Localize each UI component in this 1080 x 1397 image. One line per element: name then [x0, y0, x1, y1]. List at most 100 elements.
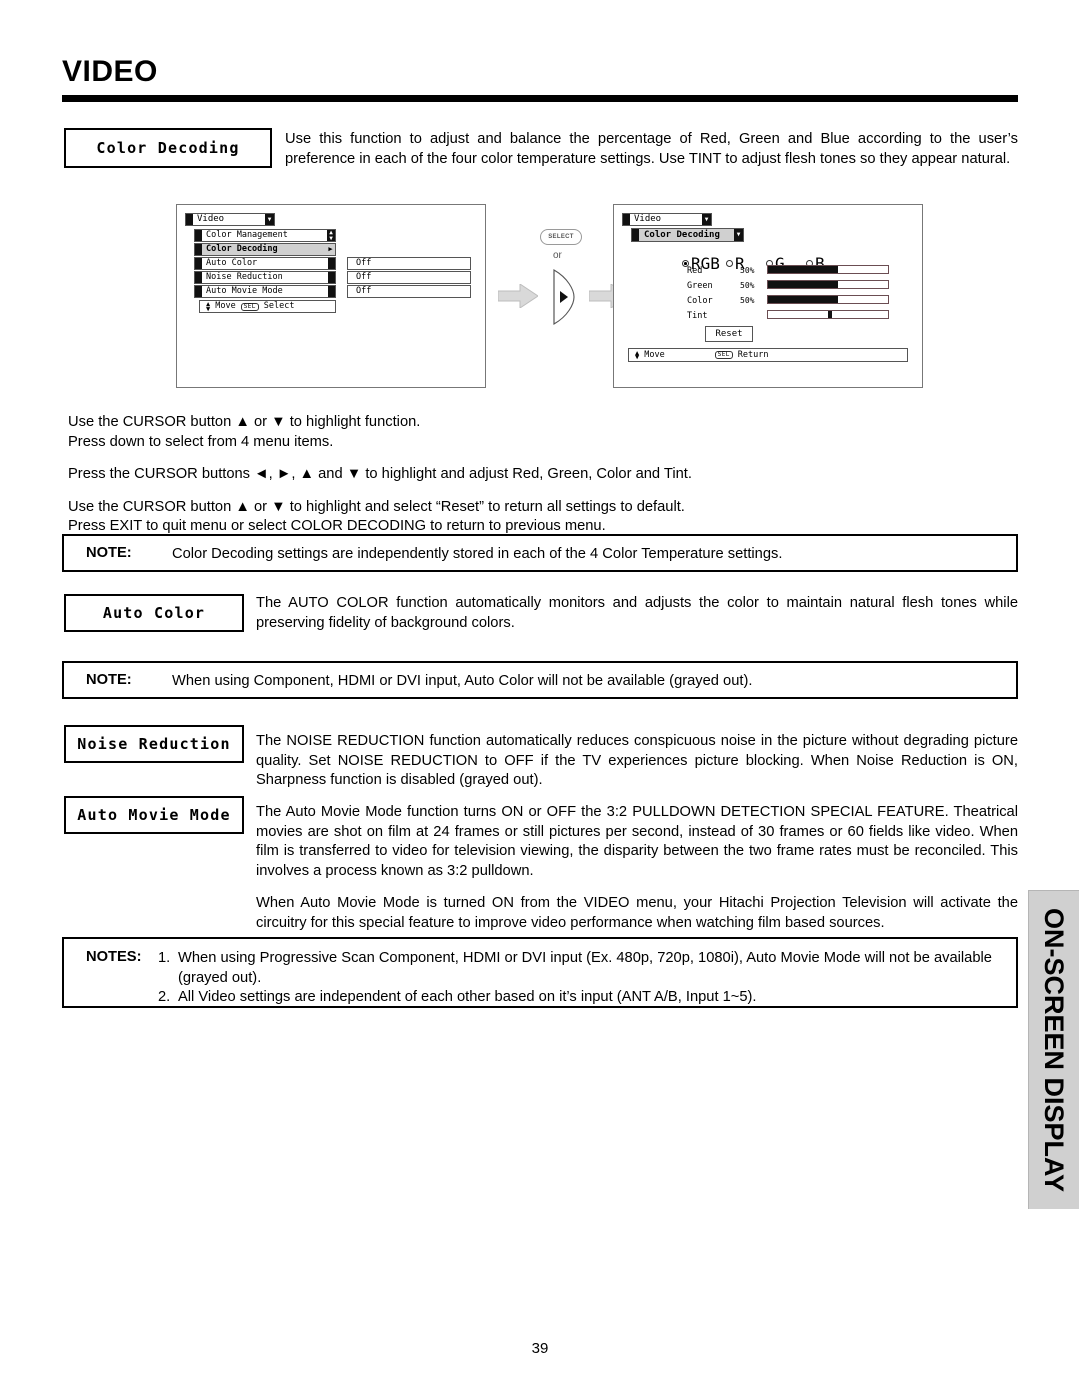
updown-arrows-icon: ▲ ▼ — [635, 348, 640, 361]
osd-flow-diagram: Video ▼ Color Management ▲ ▼ Color Decodi… — [62, 196, 1018, 392]
notes-label: NOTES: — [86, 949, 142, 965]
osd-subtitle-color-decoding[interactable]: Color Decoding ▼ — [631, 228, 744, 242]
osd-row-color-management[interactable]: Color Management ▲ ▼ — [194, 229, 336, 242]
notes-item-number: 1. — [158, 950, 171, 966]
osd-right-title[interactable]: Video ▼ — [622, 213, 712, 226]
notes-list: 1. When using Progressive Scan Component… — [158, 949, 1002, 1008]
row-tick — [195, 286, 202, 297]
reset-button[interactable]: Reset — [705, 326, 753, 342]
section-label-text: Auto Movie Mode — [77, 806, 231, 824]
section-label-text: Color Decoding — [96, 139, 240, 157]
slider-percent-green: 50% — [740, 281, 755, 290]
instruction-line-4: Use the CURSOR button ▲ or ▼ to highligh… — [68, 498, 685, 515]
section-label-auto-movie-mode: Auto Movie Mode — [64, 796, 244, 834]
slider-track-red[interactable] — [767, 265, 889, 274]
section-label-text: Noise Reduction — [77, 735, 231, 753]
section-label-auto-color: Auto Color — [64, 594, 244, 632]
subtitle-tick — [632, 229, 639, 241]
instruction-line-2: Press down to select from 4 menu items. — [68, 433, 334, 450]
section-body-color-decoding: Use this function to adjust and balance … — [285, 130, 1018, 169]
slider-fill-red — [768, 266, 838, 273]
osd-left-title[interactable]: Video ▼ — [185, 213, 275, 226]
footer-move-label: Move — [644, 349, 665, 360]
footer-action-label: Return — [737, 349, 769, 360]
osd-row-auto-movie-mode[interactable]: Auto Movie Mode — [194, 285, 336, 298]
select-button-key[interactable]: SELECT — [540, 229, 582, 245]
slider-percent-red: 50% — [740, 266, 755, 275]
osd-value-auto-color[interactable]: Off — [347, 257, 471, 270]
row-tick — [195, 258, 202, 269]
note-box-color-decoding: NOTE: Color Decoding settings are indepe… — [62, 534, 1018, 572]
instruction-line-3: Press the CURSOR buttons ◄, ►, ▲ and ▼ t… — [68, 466, 692, 482]
osd-title-text: Video — [197, 214, 225, 224]
value-text: Off — [356, 258, 372, 269]
chevron-down-icon[interactable]: ▼ — [702, 214, 711, 225]
value-text: Off — [356, 272, 372, 283]
instruction-line-1: Use the CURSOR button ▲ or ▼ to highligh… — [68, 414, 421, 430]
or-text: or — [553, 250, 562, 261]
section-label-noise-reduction: Noise Reduction — [64, 725, 244, 763]
row-label: Color Decoding — [206, 244, 278, 255]
note-text: When using Component, HDMI or DVI input,… — [172, 673, 753, 689]
slider-track-tint[interactable] — [767, 310, 889, 319]
osd-title-tick — [623, 214, 630, 225]
flow-arrow-1-icon — [498, 284, 538, 308]
notes-item-number: 2. — [158, 989, 171, 1005]
chevron-down-icon[interactable]: ▼ — [265, 214, 274, 225]
page-number: 39 — [531, 1340, 549, 1357]
notes-list-item: 2. All Video settings are independent of… — [158, 988, 1002, 1008]
row-tick — [195, 272, 202, 283]
scroll-updown-icon[interactable]: ▲ ▼ — [327, 229, 335, 241]
chevron-down-icon[interactable]: ▼ — [734, 229, 743, 241]
notes-list-item: 1. When using Progressive Scan Component… — [158, 949, 1002, 988]
paragraph-1: The Auto Movie Mode function turns ON or… — [256, 804, 1018, 879]
osd-value-noise-reduction[interactable]: Off — [347, 271, 471, 284]
paragraph-2: When Auto Movie Mode is turned ON from t… — [256, 895, 1018, 931]
paragraph: The AUTO COLOR function automatically mo… — [256, 595, 1018, 631]
footer-action-label: Select — [263, 301, 295, 312]
section-side-tab: ON-SCREEN DISPLAY — [1028, 890, 1079, 1209]
notes-item-text: When using Progressive Scan Component, H… — [178, 950, 992, 986]
sel-key-badge: SEL — [240, 302, 259, 311]
row-label: Color Management — [206, 230, 288, 241]
notes-item-text: All Video settings are independent of ea… — [178, 989, 757, 1005]
note-label: NOTE: — [86, 545, 132, 561]
notes-box-auto-movie-mode: NOTES: 1. When using Progressive Scan Co… — [62, 937, 1018, 1008]
slider-label-red: Red — [687, 266, 703, 276]
or-connector-label: or — [553, 250, 562, 261]
sel-key-badge: SEL — [714, 351, 733, 359]
chevron-right-icon[interactable]: ▶ — [326, 244, 335, 255]
section-label-color-decoding: Color Decoding — [64, 128, 272, 168]
slider-track-green[interactable] — [767, 280, 889, 289]
cursor-pad-icon[interactable] — [544, 268, 576, 326]
updown-arrows-icon: ▲ ▼ — [206, 300, 211, 313]
instructions-block: Use the CURSOR button ▲ or ▼ to highligh… — [68, 413, 1018, 537]
osd-title-text: Video — [634, 214, 662, 224]
osd-panel-video-menu: Video ▼ Color Management ▲ ▼ Color Decodi… — [176, 204, 486, 388]
page-title: VIDEO — [62, 55, 158, 88]
osd-row-auto-color[interactable]: Auto Color — [194, 257, 336, 270]
row-endcap — [328, 258, 335, 269]
slider-fill-color — [768, 296, 838, 303]
slider-thumb-tint[interactable] — [828, 311, 832, 318]
osd-row-color-decoding[interactable]: Color Decoding ▶ — [194, 243, 336, 256]
row-label: Auto Movie Mode — [206, 286, 283, 297]
value-text: Off — [356, 286, 372, 297]
slider-label-green: Green — [687, 281, 713, 291]
slider-label-tint: Tint — [687, 311, 708, 321]
osd-value-auto-movie-mode[interactable]: Off — [347, 285, 471, 298]
slider-track-color[interactable] — [767, 295, 889, 304]
section-body-auto-movie-mode: The Auto Movie Mode function turns ON or… — [256, 803, 1018, 933]
note-label: NOTE: — [86, 672, 132, 688]
osd-row-noise-reduction[interactable]: Noise Reduction — [194, 271, 336, 284]
title-underline-rule — [62, 95, 1018, 102]
row-endcap — [328, 286, 335, 297]
row-tick — [195, 244, 202, 255]
osd-panel-color-decoding: Video ▼ Color Decoding ▼ RGB R G B Red 5… — [613, 204, 923, 388]
slider-percent-color: 50% — [740, 296, 755, 305]
reset-button-label: Reset — [715, 329, 743, 339]
paragraph: The NOISE REDUCTION function automatical… — [256, 733, 1018, 788]
row-label: Noise Reduction — [206, 272, 283, 283]
paragraph: Use this function to adjust and balance … — [285, 131, 1018, 167]
note-box-auto-color: NOTE: When using Component, HDMI or DVI … — [62, 661, 1018, 699]
